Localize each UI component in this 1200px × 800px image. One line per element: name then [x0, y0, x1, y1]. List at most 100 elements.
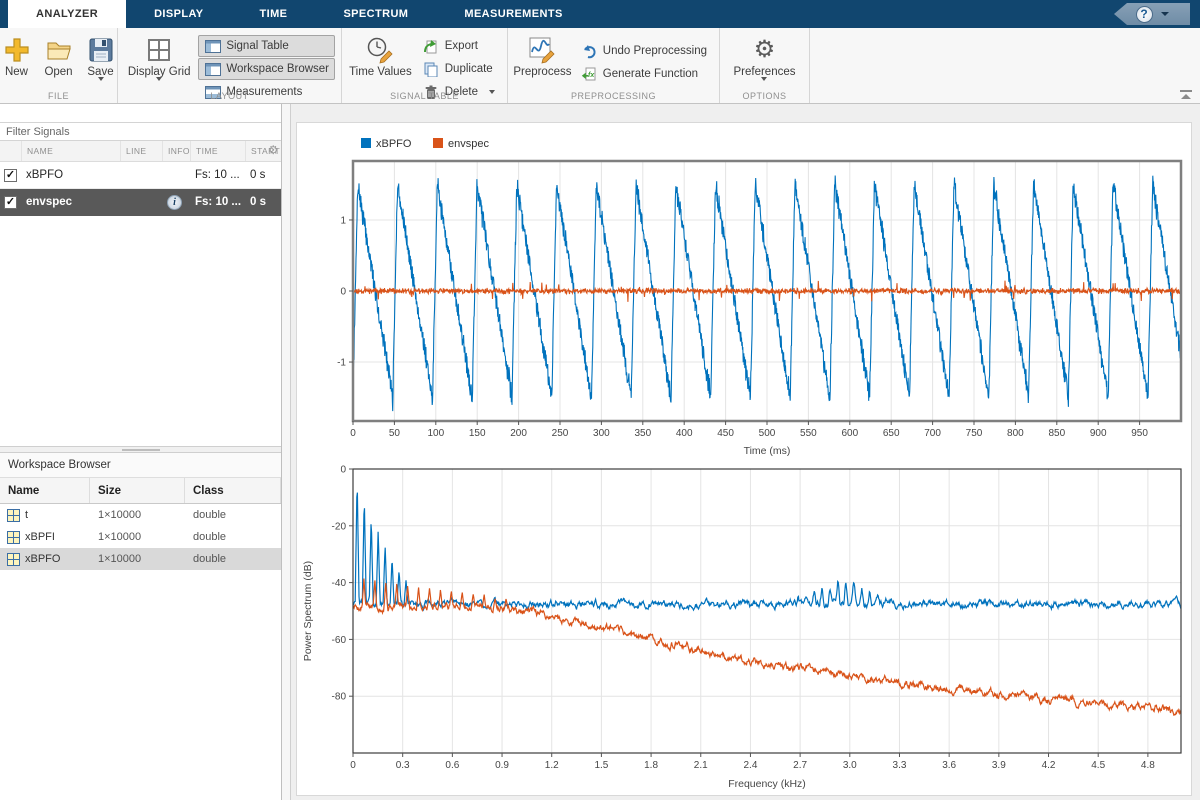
svg-text:0: 0: [350, 428, 356, 439]
tab-analyzer[interactable]: ANALYZER: [8, 0, 126, 28]
workspace-row-xbpfi[interactable]: xBPFI 1×10000 double: [0, 526, 281, 548]
workspace-row-t[interactable]: t 1×10000 double: [0, 504, 281, 526]
col-info[interactable]: INFO: [162, 141, 190, 161]
svg-text:envspec: envspec: [448, 138, 489, 150]
svg-text:650: 650: [883, 428, 900, 439]
svg-text:-20: -20: [332, 521, 347, 532]
svg-text:350: 350: [634, 428, 651, 439]
toggle-workspace-browser[interactable]: Workspace Browser: [198, 58, 335, 80]
svg-text:600: 600: [841, 428, 858, 439]
matrix-icon: [7, 531, 20, 544]
ws-var-class: double: [185, 531, 281, 543]
matrix-icon: [7, 553, 20, 566]
generate-function-button[interactable]: fx Generate Function: [575, 63, 713, 85]
ws-var-size: 1×10000: [90, 509, 185, 521]
open-button[interactable]: Open: [40, 32, 78, 81]
svg-text:-60: -60: [332, 635, 347, 646]
section-signal-table: Time Values Export Duplicate: [342, 28, 508, 103]
svg-text:1.2: 1.2: [545, 760, 559, 771]
save-button[interactable]: Save: [82, 32, 120, 88]
panel-scrollbar[interactable]: [282, 104, 291, 800]
workspace-empty-area: [0, 570, 281, 800]
col-time[interactable]: TIME: [190, 141, 245, 161]
time-plot[interactable]: 0501001502002503003504004505005506006507…: [297, 123, 1193, 463]
col-name[interactable]: NAME: [21, 141, 120, 161]
signal-row-envspec[interactable]: ✓ envspec i Fs: 10 ... 0 s: [0, 189, 281, 216]
svg-text:50: 50: [389, 428, 401, 439]
svg-text:0.9: 0.9: [495, 760, 509, 771]
xbpfo-checkbox[interactable]: ✓: [4, 169, 17, 182]
svg-text:900: 900: [1090, 428, 1107, 439]
ws-col-name[interactable]: Name: [0, 478, 90, 503]
svg-text:2.4: 2.4: [743, 760, 757, 771]
svg-text:Power Spectrum (dB): Power Spectrum (dB): [302, 561, 314, 661]
section-preprocessing: Preprocess Undo Preprocessing fx Generat…: [508, 28, 720, 103]
ws-var-class: double: [185, 553, 281, 565]
svg-text:3.9: 3.9: [992, 760, 1006, 771]
svg-text:xBPFO: xBPFO: [376, 138, 412, 150]
tab-display[interactable]: DISPLAY: [126, 0, 231, 28]
svg-text:0: 0: [340, 465, 346, 476]
help-button[interactable]: ?: [1114, 3, 1190, 25]
svg-text:100: 100: [427, 428, 444, 439]
signal-table-header: NAME LINE INFO TIME START ⚙: [0, 141, 281, 162]
svg-text:200: 200: [510, 428, 527, 439]
preprocess-icon: [527, 35, 557, 65]
signal-analyzer-app: ANALYZER DISPLAY TIME SPECTRUM MEASUREME…: [0, 0, 1200, 800]
ws-col-class[interactable]: Class: [185, 478, 281, 503]
export-button[interactable]: Export: [417, 35, 501, 57]
section-label-file: FILE: [0, 91, 117, 101]
envspec-checkbox[interactable]: ✓: [4, 196, 17, 209]
workspace-browser-label: Workspace Browser: [226, 63, 329, 75]
ws-var-size: 1×10000: [90, 531, 185, 543]
panel-splitter[interactable]: [0, 446, 281, 453]
undo-icon: [581, 44, 598, 59]
help-icon[interactable]: ?: [1136, 6, 1153, 23]
svg-text:-1: -1: [337, 358, 346, 369]
signal-time: Fs: 10 ...: [190, 169, 245, 181]
new-button[interactable]: New: [0, 32, 36, 81]
svg-text:0: 0: [350, 760, 356, 771]
filter-signals-input[interactable]: Filter Signals: [0, 122, 281, 141]
tab-measurements[interactable]: MEASUREMENTS: [436, 0, 590, 28]
svg-text:500: 500: [759, 428, 776, 439]
display-grid-button[interactable]: Display Grid: [124, 32, 194, 88]
col-line[interactable]: LINE: [120, 141, 162, 161]
open-label: Open: [44, 66, 72, 78]
table-settings-gear-icon[interactable]: ⚙: [268, 144, 279, 156]
collapse-ribbon-button[interactable]: [1180, 90, 1192, 99]
svg-text:4.2: 4.2: [1042, 760, 1056, 771]
signal-table-empty-area: [0, 216, 281, 446]
col-check[interactable]: [0, 141, 21, 161]
svg-text:700: 700: [924, 428, 941, 439]
help-caret-icon[interactable]: [1161, 12, 1169, 16]
display-card: 0501001502002503003504004505005506006507…: [296, 122, 1192, 796]
generate-function-icon: fx: [581, 67, 598, 82]
svg-text:1: 1: [340, 215, 346, 226]
ws-col-size[interactable]: Size: [90, 478, 185, 503]
spectrum-plot[interactable]: 00.30.60.91.21.51.82.12.42.73.03.33.63.9…: [297, 463, 1193, 797]
section-label-options: OPTIONS: [720, 91, 809, 101]
envspec-info-icon[interactable]: i: [167, 195, 182, 210]
preferences-button[interactable]: ⚙ Preferences: [727, 32, 801, 88]
ws-var-name: t: [25, 509, 28, 521]
duplicate-button[interactable]: Duplicate: [417, 58, 501, 80]
svg-text:750: 750: [966, 428, 983, 439]
undo-preprocessing-label: Undo Preprocessing: [603, 45, 707, 57]
generate-function-label: Generate Function: [603, 68, 698, 80]
new-icon: [3, 35, 31, 65]
tab-time[interactable]: TIME: [232, 0, 316, 28]
workspace-row-xbpfo[interactable]: xBPFO 1×10000 double: [0, 548, 281, 570]
display-grid-icon: [145, 35, 173, 65]
undo-preprocessing-button[interactable]: Undo Preprocessing: [575, 40, 713, 62]
preprocess-button[interactable]: Preprocess: [514, 32, 571, 81]
tab-spectrum[interactable]: SPECTRUM: [315, 0, 436, 28]
time-values-label: Time Values: [349, 66, 412, 78]
signal-time: Fs: 10 ...: [190, 196, 245, 208]
toggle-signal-table[interactable]: Signal Table: [198, 35, 335, 57]
svg-text:300: 300: [593, 428, 610, 439]
signal-row-xbpfo[interactable]: ✓ xBPFO Fs: 10 ... 0 s: [0, 162, 281, 189]
svg-text:Time (ms): Time (ms): [744, 445, 791, 457]
time-values-button[interactable]: Time Values: [348, 32, 413, 81]
svg-text:0: 0: [340, 287, 346, 298]
